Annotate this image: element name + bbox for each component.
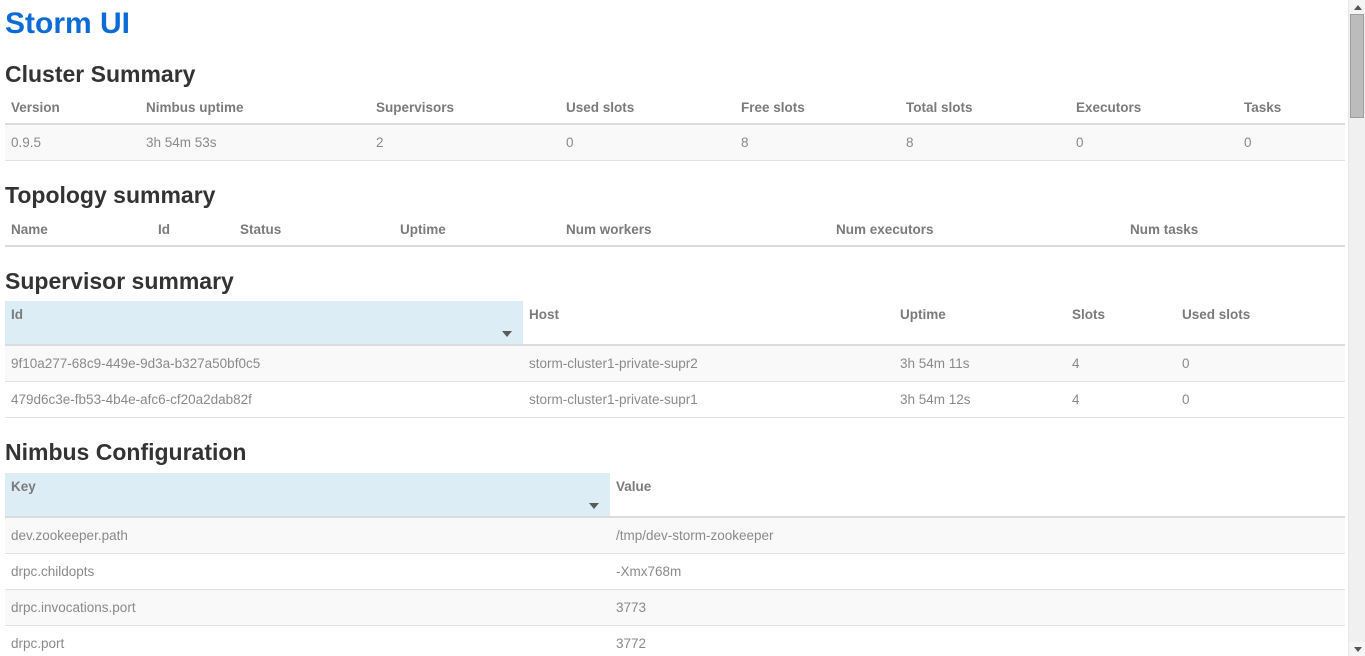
table-row: drpc.port3772 xyxy=(5,625,1345,656)
table-cell: 3h 54m 12s xyxy=(894,382,1066,418)
table-cell: 8 xyxy=(735,124,900,161)
column-header-label: Key xyxy=(11,479,36,494)
table-cell: 479d6c3e-fb53-4b4e-afc6-cf20a2dab82f xyxy=(5,382,523,418)
column-header-key-sorted[interactable]: Key xyxy=(5,473,610,517)
column-header-executors[interactable]: Executors xyxy=(1070,94,1238,124)
table-cell: 3h 54m 53s xyxy=(140,124,370,161)
table-cell: 0 xyxy=(1238,124,1345,161)
sort-descending-icon xyxy=(502,331,512,337)
table-cell: 0 xyxy=(1176,382,1345,418)
table-header-row: Id Host Uptime Slots Used slots xyxy=(5,301,1345,345)
sort-descending-icon xyxy=(589,503,599,509)
table-cell: 4 xyxy=(1066,382,1176,418)
column-header-num-tasks[interactable]: Num tasks xyxy=(1124,216,1345,246)
table-cell: 3772 xyxy=(610,625,1345,656)
column-header-used-slots[interactable]: Used slots xyxy=(560,94,735,124)
main-content: Storm UI Cluster Summary Version Nimbus … xyxy=(0,0,1365,656)
scroll-up-icon xyxy=(1354,5,1362,10)
column-header-version[interactable]: Version xyxy=(5,94,140,124)
cluster-summary-table: Version Nimbus uptime Supervisors Used s… xyxy=(5,94,1345,161)
table-cell: drpc.invocations.port xyxy=(5,589,610,625)
table-cell: /tmp/dev-storm-zookeeper xyxy=(610,517,1345,554)
table-cell: 4 xyxy=(1066,345,1176,382)
table-row: 0.9.53h 54m 53s208800 xyxy=(5,124,1345,161)
table-row: 479d6c3e-fb53-4b4e-afc6-cf20a2dab82fstor… xyxy=(5,382,1345,418)
column-header-used-slots[interactable]: Used slots xyxy=(1176,301,1345,345)
table-cell: 0.9.5 xyxy=(5,124,140,161)
column-header-num-executors[interactable]: Num executors xyxy=(830,216,1124,246)
table-cell: 0 xyxy=(1176,345,1345,382)
column-header-label: Id xyxy=(11,307,23,322)
table-cell: 3773 xyxy=(610,589,1345,625)
nimbus-configuration-heading: Nimbus Configuration xyxy=(5,439,1345,465)
nimbus-configuration-table: Key Value dev.zookeeper.path/tmp/dev-sto… xyxy=(5,473,1345,656)
table-cell: drpc.port xyxy=(5,625,610,656)
table-header-row: Name Id Status Uptime Num workers Num ex… xyxy=(5,216,1345,246)
column-header-tasks[interactable]: Tasks xyxy=(1238,94,1345,124)
scroll-down-icon xyxy=(1354,647,1362,652)
topology-summary-heading: Topology summary xyxy=(5,182,1345,208)
scrollbar-thumb[interactable] xyxy=(1350,14,1364,118)
page-title[interactable]: Storm UI xyxy=(5,7,1345,40)
table-row: drpc.childopts-Xmx768m xyxy=(5,553,1345,589)
supervisor-summary-table: Id Host Uptime Slots Used slots 9f10a277… xyxy=(5,301,1345,418)
table-cell: -Xmx768m xyxy=(610,553,1345,589)
column-header-num-workers[interactable]: Num workers xyxy=(560,216,830,246)
column-header-slots[interactable]: Slots xyxy=(1066,301,1176,345)
cluster-summary-heading: Cluster Summary xyxy=(5,61,1345,87)
column-header-id[interactable]: Id xyxy=(152,216,234,246)
column-header-uptime[interactable]: Uptime xyxy=(394,216,560,246)
table-header-row: Key Value xyxy=(5,473,1345,517)
column-header-free-slots[interactable]: Free slots xyxy=(735,94,900,124)
topology-summary-table: Name Id Status Uptime Num workers Num ex… xyxy=(5,216,1345,247)
column-header-host[interactable]: Host xyxy=(523,301,894,345)
column-header-total-slots[interactable]: Total slots xyxy=(900,94,1070,124)
table-cell: storm-cluster1-private-supr2 xyxy=(523,345,894,382)
column-header-id-sorted[interactable]: Id xyxy=(5,301,523,345)
table-cell: 3h 54m 11s xyxy=(894,345,1066,382)
column-header-status[interactable]: Status xyxy=(234,216,394,246)
table-cell: 0 xyxy=(1070,124,1238,161)
column-header-nimbus-uptime[interactable]: Nimbus uptime xyxy=(140,94,370,124)
column-header-supervisors[interactable]: Supervisors xyxy=(370,94,560,124)
table-row: drpc.invocations.port3773 xyxy=(5,589,1345,625)
scroll-down-button[interactable] xyxy=(1349,642,1365,656)
scroll-up-button[interactable] xyxy=(1349,0,1365,14)
vertical-scrollbar[interactable] xyxy=(1348,0,1365,656)
column-header-name[interactable]: Name xyxy=(5,216,152,246)
table-cell: drpc.childopts xyxy=(5,553,610,589)
table-cell: 0 xyxy=(560,124,735,161)
table-header-row: Version Nimbus uptime Supervisors Used s… xyxy=(5,94,1345,124)
supervisor-summary-heading: Supervisor summary xyxy=(5,268,1345,294)
table-row: 9f10a277-68c9-449e-9d3a-b327a50bf0c5stor… xyxy=(5,345,1345,382)
table-cell: 9f10a277-68c9-449e-9d3a-b327a50bf0c5 xyxy=(5,345,523,382)
table-cell: storm-cluster1-private-supr1 xyxy=(523,382,894,418)
table-cell: dev.zookeeper.path xyxy=(5,517,610,554)
column-header-uptime[interactable]: Uptime xyxy=(894,301,1066,345)
table-cell: 8 xyxy=(900,124,1070,161)
table-cell: 2 xyxy=(370,124,560,161)
column-header-value[interactable]: Value xyxy=(610,473,1345,517)
table-row: dev.zookeeper.path/tmp/dev-storm-zookeep… xyxy=(5,517,1345,554)
